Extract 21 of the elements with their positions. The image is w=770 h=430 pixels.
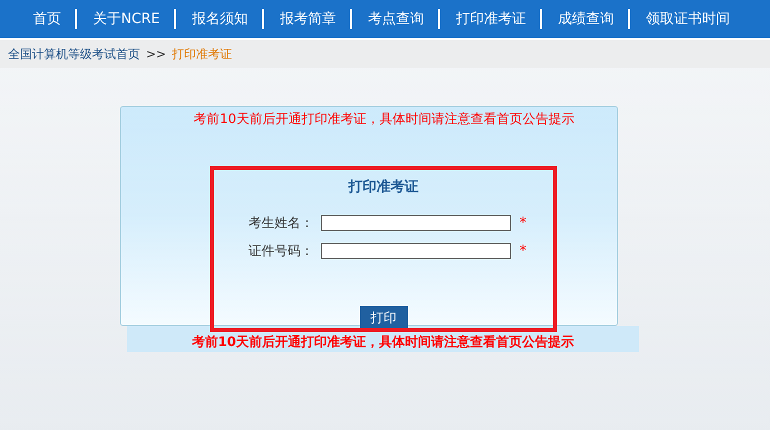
nav-link[interactable]: 报考简章 <box>280 10 336 28</box>
nav-link[interactable]: 领取证书时间 <box>646 10 730 28</box>
notice-text: 考前10天前后开通打印准考证，具体时间请注意查看首页公告提示 <box>192 111 576 128</box>
nav-link[interactable]: 报名须知 <box>192 10 248 28</box>
footer-notice-text: 考前10天前后开通打印准考证，具体时间请注意查看首页公告提示 <box>192 335 574 350</box>
print-button[interactable]: 打印 <box>360 306 408 328</box>
field-label: 证件号码： <box>248 243 314 260</box>
breadcrumb-separator: >> <box>146 47 166 61</box>
field-label: 考生姓名： <box>248 215 314 232</box>
nav-link[interactable]: 首页 <box>33 10 61 28</box>
nav-link[interactable]: 打印准考证 <box>456 10 526 28</box>
input-field[interactable] <box>320 215 510 231</box>
breadcrumb-current: 打印准考证 <box>172 46 232 62</box>
nav-link[interactable]: 关于NCRE <box>93 10 160 28</box>
input-field[interactable] <box>320 243 510 259</box>
required-mark: * <box>520 243 526 259</box>
nav-link[interactable]: 考点查询 <box>368 10 424 28</box>
form-title: 打印准考证 <box>348 178 418 196</box>
breadcrumb-link[interactable]: 全国计算机等级考试首页 <box>8 46 140 62</box>
nav-link[interactable]: 成绩查询 <box>558 10 614 28</box>
required-mark: * <box>520 215 526 231</box>
